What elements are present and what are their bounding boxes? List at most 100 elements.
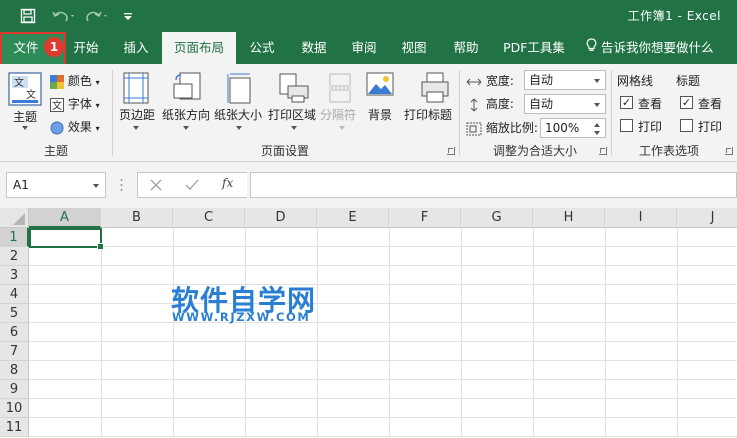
column-header-d[interactable]: D — [245, 208, 317, 228]
tab-formulas[interactable]: 公式 — [240, 32, 284, 64]
headings-print-checkbox[interactable] — [680, 119, 693, 132]
grid-line — [29, 284, 737, 285]
column-header-j[interactable]: J — [677, 208, 737, 228]
scale-down-icon[interactable] — [594, 131, 600, 135]
watermark-url: WWW.RJZXW.COM — [172, 310, 311, 324]
customize-quick-access-icon[interactable] — [118, 6, 138, 26]
row-header-1[interactable]: 1 — [0, 228, 29, 247]
row-header-2[interactable]: 2 — [0, 247, 29, 266]
colors-label: 颜色 — [67, 74, 92, 88]
row-header-3[interactable]: 3 — [0, 266, 29, 285]
scale-value: 100% — [545, 121, 580, 135]
fonts-button[interactable]: 文 字体 ▾ — [50, 95, 100, 112]
headings-print-label: 打印 — [698, 120, 723, 134]
step-badge: 1 — [44, 37, 64, 57]
print-area-icon[interactable] — [278, 72, 310, 107]
tab-view[interactable]: 视图 — [392, 32, 436, 64]
column-header-f[interactable]: F — [389, 208, 461, 228]
redo-icon[interactable] — [84, 6, 112, 26]
margins-button[interactable]: 页边距 — [119, 106, 155, 123]
tab-help[interactable]: 帮助 — [444, 32, 488, 64]
print-titles-icon[interactable] — [420, 72, 450, 107]
orientation-icon[interactable] — [172, 72, 202, 107]
grid-line — [29, 265, 737, 266]
theme-button[interactable]: 文文 — [8, 72, 42, 109]
effects-label: 效果 — [67, 120, 92, 134]
size-button[interactable]: 纸张大小 — [214, 106, 262, 123]
tab-page-layout[interactable]: 页面布局 — [162, 32, 236, 64]
scale-spinner[interactable]: 100% — [540, 118, 606, 138]
column-header-g[interactable]: G — [461, 208, 533, 228]
page-setup-launcher-icon[interactable] — [447, 147, 455, 155]
colors-button[interactable]: 颜色 ▾ — [50, 72, 100, 89]
row-header-6[interactable]: 6 — [0, 323, 29, 342]
sheet-options-group-label: 工作表选项 — [638, 144, 699, 158]
formula-input[interactable] — [250, 172, 737, 198]
margins-icon[interactable] — [122, 72, 150, 107]
cancel-icon[interactable] — [150, 179, 162, 194]
sheet-options-launcher-icon[interactable] — [725, 147, 733, 155]
grid-line — [29, 246, 737, 247]
svg-text:文: 文 — [52, 99, 62, 112]
grid-line — [29, 379, 737, 380]
effects-button[interactable]: 效果 ▾ — [50, 118, 100, 135]
save-icon[interactable] — [18, 6, 38, 26]
height-dropdown[interactable]: 自动 — [524, 94, 606, 114]
splitter-handle[interactable] — [120, 178, 123, 192]
row-header-8[interactable]: 8 — [0, 361, 29, 380]
row-header-9[interactable]: 9 — [0, 380, 29, 399]
width-dropdown[interactable]: 自动 — [524, 70, 606, 90]
print-titles-button[interactable]: 打印标题 — [404, 106, 452, 123]
column-header-a[interactable]: A — [29, 208, 101, 228]
spreadsheet-grid: A B C D E F G H I J 1 2 3 4 5 6 7 8 9 10 11 软件自学网 WWW.RJZXW.… — [0, 208, 737, 438]
scale-launcher-icon[interactable] — [599, 147, 607, 155]
name-box[interactable]: A1 — [6, 172, 106, 198]
orientation-button[interactable]: 纸张方向 — [162, 106, 210, 123]
grid-line — [29, 303, 737, 304]
tell-me-search[interactable]: 告诉我你想要做什么 — [586, 32, 726, 64]
tab-insert[interactable]: 插入 — [114, 32, 158, 64]
row-header-5[interactable]: 5 — [0, 304, 29, 323]
margins-caret — [133, 126, 139, 130]
size-icon[interactable] — [225, 72, 253, 107]
svg-text:文: 文 — [26, 88, 36, 101]
tab-data[interactable]: 数据 — [292, 32, 336, 64]
column-header-c[interactable]: C — [173, 208, 245, 228]
tab-pdf-tools[interactable]: PDF工具集 — [498, 32, 570, 64]
tab-review[interactable]: 审阅 — [342, 32, 386, 64]
height-icon — [470, 98, 478, 111]
grid-line — [29, 398, 737, 399]
headings-view-checkbox[interactable]: ✓ — [680, 96, 693, 109]
theme-icon: 文文 — [8, 72, 42, 106]
print-area-button[interactable]: 打印区域 — [268, 106, 316, 123]
grid-line — [317, 228, 318, 438]
active-cell-a1[interactable] — [29, 228, 104, 250]
grid-line — [101, 228, 102, 438]
tab-home[interactable]: 开始 — [66, 32, 106, 64]
background-icon[interactable] — [366, 72, 394, 105]
background-button[interactable]: 背景 — [368, 106, 392, 123]
column-header-i[interactable]: I — [605, 208, 677, 228]
column-header-b[interactable]: B — [101, 208, 173, 228]
colors-icon — [50, 74, 64, 89]
scale-up-icon[interactable] — [594, 123, 600, 127]
undo-icon[interactable] — [50, 6, 78, 26]
insert-function-icon[interactable]: fx — [222, 176, 233, 190]
grid-line — [677, 228, 678, 438]
gridlines-view-checkbox[interactable]: ✓ — [620, 96, 633, 109]
gridlines-print-checkbox[interactable] — [620, 119, 633, 132]
width-label-row: 宽度: — [466, 72, 514, 89]
gridlines-print-label: 打印 — [638, 120, 663, 134]
grid-line — [29, 436, 737, 437]
window-title: 工作簿1 - Excel — [627, 9, 721, 23]
row-header-10[interactable]: 10 — [0, 399, 29, 418]
width-icon — [466, 78, 482, 85]
column-header-e[interactable]: E — [317, 208, 389, 228]
row-header-7[interactable]: 7 — [0, 342, 29, 361]
scale-label-row: 缩放比例: — [466, 119, 538, 136]
row-header-4[interactable]: 4 — [0, 285, 29, 304]
select-all-corner[interactable] — [0, 208, 29, 228]
enter-icon[interactable] — [185, 179, 199, 194]
column-header-h[interactable]: H — [533, 208, 605, 228]
row-header-11[interactable]: 11 — [0, 418, 29, 437]
